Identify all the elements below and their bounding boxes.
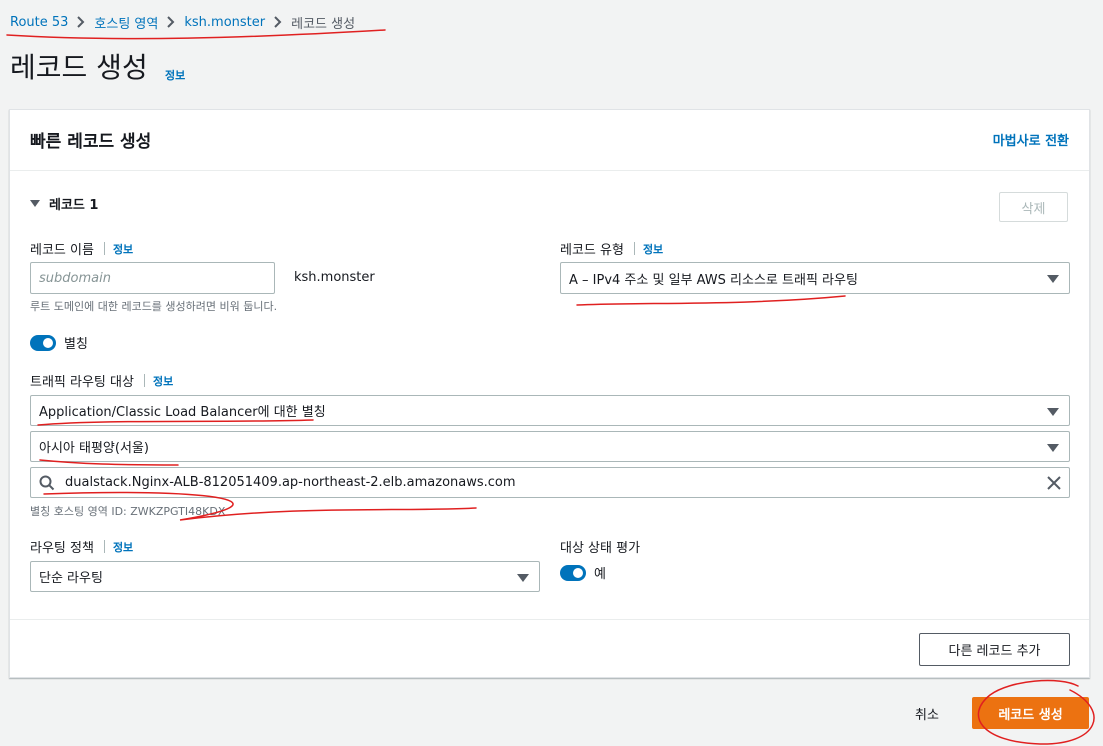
health-toggle-row: 예 bbox=[560, 563, 606, 582]
traffic-target-label: 트래픽 라우팅 대상 bbox=[30, 375, 134, 390]
health-eval-label: 대상 상태 평가 bbox=[560, 541, 641, 556]
chevron-right-icon bbox=[158, 16, 184, 28]
alias-toggle[interactable] bbox=[30, 334, 56, 351]
chevron-right-icon bbox=[265, 16, 291, 28]
record-name-placeholder: subdomain bbox=[39, 270, 111, 286]
alias-toggle-row: 별칭 bbox=[30, 333, 88, 352]
health-eval-toggle[interactable] bbox=[560, 564, 586, 581]
record-name-label-row: 레코드 이름 정보 bbox=[30, 239, 133, 258]
alias-zone-id-hint: 별칭 호스팅 영역 ID: ZWKZPGTI48KDX bbox=[30, 505, 226, 518]
record-type-info-link[interactable]: 정보 bbox=[643, 241, 663, 257]
caret-down-icon bbox=[1047, 408, 1059, 416]
search-icon bbox=[39, 475, 55, 491]
caret-down-icon bbox=[1047, 275, 1059, 283]
record-header: 레코드 1 bbox=[49, 198, 99, 213]
breadcrumb-current: 레코드 생성 bbox=[291, 16, 356, 32]
load-balancer-value: dualstack.Nginx-ALB-812051409.ap-northea… bbox=[65, 475, 516, 490]
page-info-link[interactable]: 정보 bbox=[165, 67, 185, 83]
traffic-target-info-link[interactable]: 정보 bbox=[153, 373, 173, 389]
routing-policy-label-row: 라우팅 정책 정보 bbox=[30, 537, 133, 556]
chevron-right-icon bbox=[68, 16, 94, 28]
endpoint-value: Application/Classic Load Balancer에 대한 별칭 bbox=[39, 405, 326, 420]
load-balancer-autosuggest[interactable]: dualstack.Nginx-ALB-812051409.ap-northea… bbox=[30, 467, 1070, 498]
panel-title: 빠른 레코드 생성 bbox=[30, 132, 152, 152]
record-type-label: 레코드 유형 bbox=[560, 243, 624, 258]
page-title: 레코드 생성 bbox=[10, 51, 148, 84]
delete-button[interactable]: 삭제 bbox=[999, 192, 1068, 222]
record-name-hint: 루트 도메인에 대한 레코드를 생성하려면 비워 둡니다. bbox=[30, 300, 278, 313]
record-name-label: 레코드 이름 bbox=[30, 243, 94, 258]
caret-down-icon bbox=[30, 200, 40, 207]
endpoint-select[interactable]: Application/Classic Load Balancer에 대한 별칭 bbox=[30, 395, 1070, 426]
domain-suffix: ksh.monster bbox=[294, 270, 375, 285]
record-type-label-row: 레코드 유형 정보 bbox=[560, 239, 663, 258]
record-name-input[interactable]: subdomain bbox=[30, 262, 275, 294]
routing-policy-label: 라우팅 정책 bbox=[30, 541, 94, 556]
caret-down-icon bbox=[517, 574, 529, 582]
region-value: 아시아 태평양(서울) bbox=[39, 441, 149, 456]
record-type-select[interactable]: A – IPv4 주소 및 일부 AWS 리소스로 트래픽 라우팅 bbox=[560, 262, 1070, 294]
add-another-record-button[interactable]: 다른 레코드 추가 bbox=[919, 633, 1070, 666]
record-name-info-link[interactable]: 정보 bbox=[113, 241, 133, 257]
breadcrumb-route53[interactable]: Route 53 bbox=[10, 15, 68, 30]
routing-policy-value: 단순 라우팅 bbox=[39, 571, 103, 586]
breadcrumb: Route 53 호스팅 영역 ksh.monster 레코드 생성 bbox=[10, 12, 355, 32]
close-icon[interactable] bbox=[1047, 476, 1061, 490]
alias-label: 별칭 bbox=[64, 337, 88, 352]
breadcrumb-zone[interactable]: ksh.monster bbox=[184, 15, 265, 30]
switch-to-wizard-link[interactable]: 마법사로 전환 bbox=[993, 130, 1069, 149]
health-toggle-label: 예 bbox=[594, 567, 606, 582]
caret-down-icon bbox=[1047, 444, 1059, 452]
panel-divider bbox=[10, 619, 1089, 620]
record-type-value: A – IPv4 주소 및 일부 AWS 리소스로 트래픽 라우팅 bbox=[569, 272, 858, 288]
region-select[interactable]: 아시아 태평양(서울) bbox=[30, 431, 1070, 462]
quick-create-panel: 빠른 레코드 생성 마법사로 전환 레코드 1 삭제 레코드 이름 정보 sub… bbox=[9, 109, 1090, 678]
record-section-toggle[interactable]: 레코드 1 bbox=[30, 194, 98, 213]
breadcrumb-hosted-zones[interactable]: 호스팅 영역 bbox=[94, 13, 158, 32]
create-records-button[interactable]: 레코드 생성 bbox=[972, 697, 1089, 729]
panel-header: 빠른 레코드 생성 마법사로 전환 bbox=[10, 110, 1089, 171]
routing-policy-info-link[interactable]: 정보 bbox=[113, 539, 133, 555]
routing-policy-select[interactable]: 단순 라우팅 bbox=[30, 561, 540, 592]
cancel-button[interactable]: 취소 bbox=[915, 704, 939, 723]
traffic-target-label-row: 트래픽 라우팅 대상 정보 bbox=[30, 371, 173, 390]
